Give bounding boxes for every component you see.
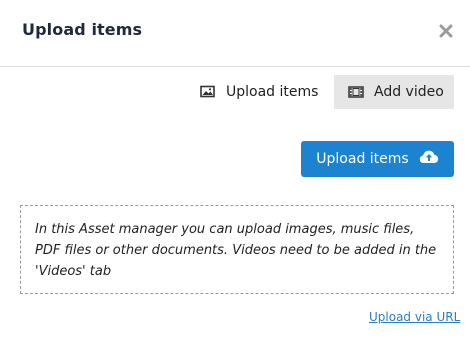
tab-upload-items[interactable]: Upload items — [196, 75, 326, 109]
upload-tabs: Upload items Add video — [0, 75, 470, 109]
upload-items-button-label: Upload items — [316, 151, 409, 167]
modal-title: Upload items — [22, 20, 143, 39]
cloud-upload-icon — [419, 149, 439, 169]
upload-items-button[interactable]: Upload items — [301, 141, 454, 177]
tab-add-video-label: Add video — [374, 84, 444, 100]
info-message: In this Asset manager you can upload ima… — [20, 205, 454, 294]
film-icon — [348, 85, 364, 99]
tab-upload-items-label: Upload items — [226, 84, 319, 100]
close-icon[interactable] — [437, 22, 455, 40]
tab-add-video[interactable]: Add video — [334, 75, 454, 109]
upload-via-url-link[interactable]: Upload via URL — [369, 310, 460, 324]
upload-items-modal: Upload items Upload items Add video Uplo… — [0, 0, 470, 346]
image-icon — [200, 85, 216, 99]
modal-header: Upload items — [0, 0, 470, 67]
